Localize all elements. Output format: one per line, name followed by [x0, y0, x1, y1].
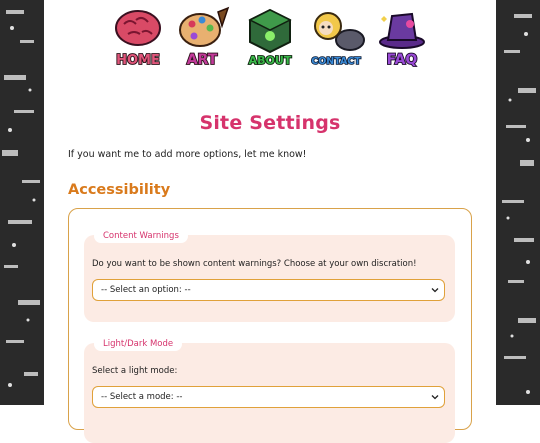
chevron-down-icon: [431, 288, 439, 293]
light-dark-mode-tag: Light/Dark Mode: [94, 337, 183, 351]
content-warnings-card: Content Warnings Do you want to be shown…: [84, 229, 455, 322]
nav-home-label: HOME: [116, 53, 160, 68]
content-warnings-select-value: -- Select an option: --: [101, 285, 191, 295]
nav-home-button[interactable]: HOME: [106, 6, 170, 74]
content-warnings-tag: Content Warnings: [94, 229, 188, 243]
intro-text: If you want me to add more options, let …: [68, 149, 307, 160]
nav-faq-button[interactable]: FAQ: [370, 6, 434, 74]
accessibility-panel: Content Warnings Do you want to be shown…: [68, 208, 472, 443]
nav-about-label: ABOUT: [249, 54, 292, 67]
light-dark-mode-prompt: Select a light mode:: [92, 366, 178, 376]
character-icon: [314, 12, 365, 51]
nav-art-button[interactable]: ART: [172, 6, 236, 74]
nav-contact-button[interactable]: CONTACT: [304, 6, 368, 74]
nav-contact-label: CONTACT: [311, 56, 361, 67]
chevron-down-icon: [431, 395, 439, 400]
accessibility-heading: Accessibility: [68, 182, 171, 198]
nav-faq-label: FAQ: [387, 52, 418, 68]
hat-icon: [379, 12, 425, 49]
light-dark-mode-select-value: -- Select a mode: --: [101, 392, 183, 402]
nav-art-label: ART: [187, 52, 218, 68]
nav-about-button[interactable]: ABOUT: [238, 6, 302, 74]
palette-icon: [179, 6, 230, 47]
cube-icon: [248, 8, 292, 54]
page-content: HOME ART ABOUT CONTACT FAQ Site Settings…: [44, 0, 496, 443]
brain-icon: [115, 10, 161, 46]
page-title: Site Settings: [199, 112, 341, 134]
content-warnings-select[interactable]: -- Select an option: --: [92, 279, 445, 301]
main-navigation: HOME ART ABOUT CONTACT FAQ: [106, 6, 430, 74]
content-warnings-prompt: Do you want to be shown content warnings…: [92, 259, 417, 269]
light-dark-mode-card: Light/Dark Mode Select a light mode: -- …: [84, 337, 455, 443]
